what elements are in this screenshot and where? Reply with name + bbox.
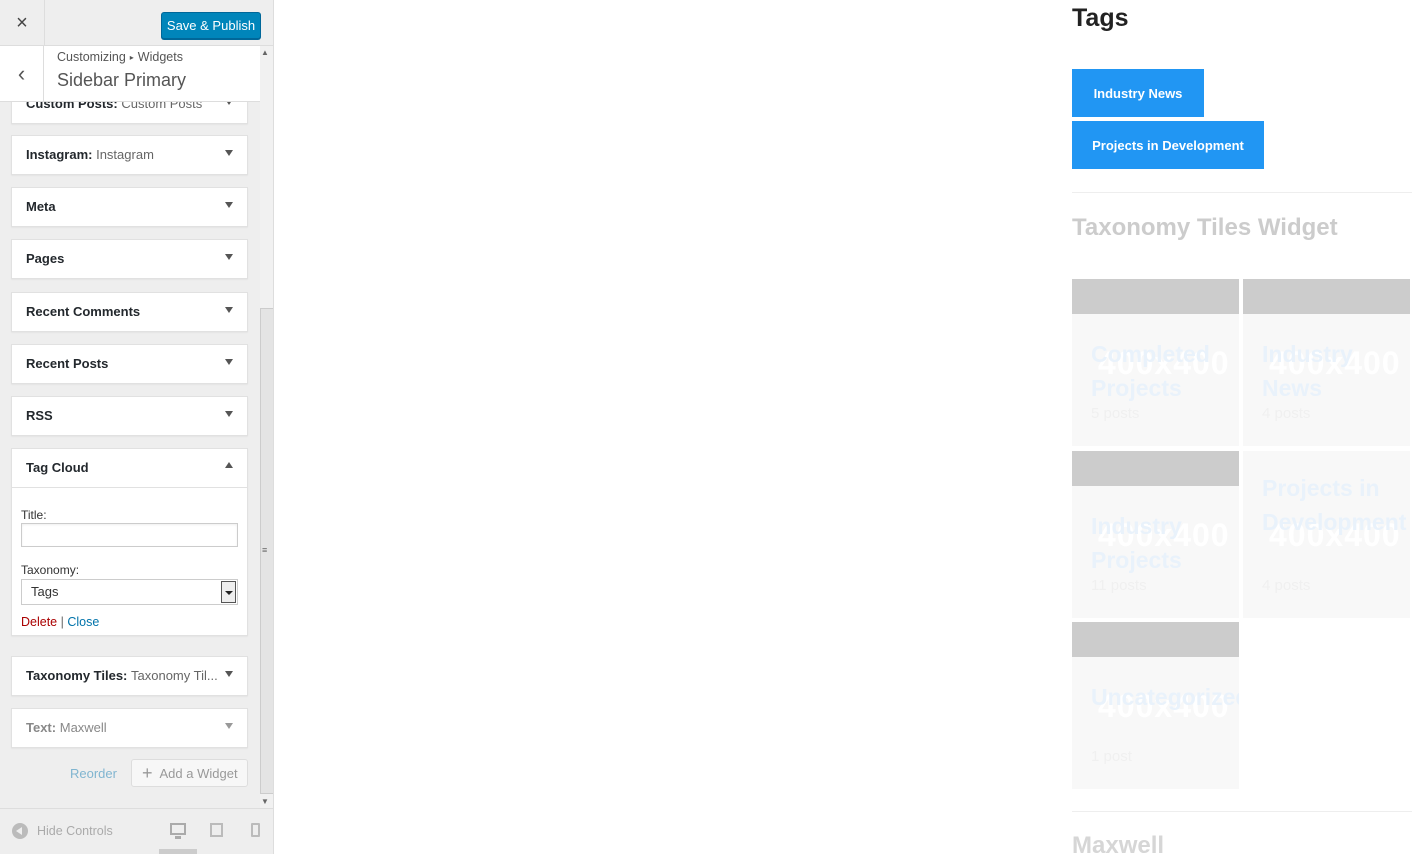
plus-icon: + [142, 762, 153, 783]
maxwell-heading: Maxwell [1072, 832, 1165, 854]
taxonomy-tile[interactable]: 400x400 Completed Projects 5 posts [1072, 279, 1239, 446]
breadcrumb-root: Customizing [57, 50, 126, 64]
widget-title: Taxonomy Tiles: Taxonomy Til... [26, 668, 218, 683]
collapse-icon [12, 823, 28, 839]
scroll-down-icon[interactable]: ▼ [261, 797, 269, 806]
back-button[interactable]: ‹ [0, 46, 44, 102]
widget-title: RSS [26, 408, 53, 423]
section-title: Sidebar Primary [57, 70, 187, 90]
breadcrumb-leaf: Widgets [137, 50, 183, 64]
widget-meta[interactable]: Meta [11, 187, 248, 227]
taxonomy-tiles-heading: Taxonomy Tiles Widget [1072, 214, 1338, 241]
widget-title: Text: Maxwell [26, 720, 107, 735]
chevron-down-icon[interactable] [225, 671, 233, 677]
taxonomy-tile[interactable]: 400x400 Industry News 4 posts [1243, 279, 1410, 446]
widget-recent-comments[interactable]: Recent Comments [11, 292, 248, 332]
taxonomy-tile[interactable]: 400x400 Projects in Development 4 posts [1243, 451, 1410, 618]
chevron-down-icon[interactable] [225, 254, 233, 260]
widget-actions: Delete | Close [21, 615, 99, 629]
tag-button[interactable]: Projects in Development [1072, 121, 1264, 169]
title-field[interactable] [21, 523, 238, 547]
widget-title: Pages [26, 251, 65, 266]
taxonomy-label: Taxonomy: [21, 563, 80, 577]
widget-form: Title: Taxonomy: Tags Delete | Close [12, 487, 247, 635]
widget-rss[interactable]: RSS [11, 396, 248, 436]
chevron-down-icon[interactable] [225, 307, 233, 313]
chevron-down-icon[interactable] [225, 359, 233, 365]
desktop-preview-icon[interactable] [170, 823, 186, 839]
tile-name: Completed Projects [1091, 341, 1210, 401]
tags-heading: Tags [1072, 4, 1129, 32]
breadcrumb-separator-icon: ▸ [129, 53, 134, 63]
taxonomy-tile[interactable]: 400x400 Industry Projects 11 posts [1072, 451, 1239, 618]
tile-count: 4 posts [1262, 577, 1311, 594]
customizer-footer: Hide Controls [0, 808, 273, 854]
widget-title: Meta [26, 199, 56, 214]
widget-title: Tag Cloud [26, 460, 89, 475]
tile-image-band [1072, 622, 1239, 657]
tile-count: 4 posts [1262, 405, 1311, 422]
chevron-down-icon[interactable] [225, 411, 233, 417]
widget-instagram[interactable]: Instagram: Instagram [11, 135, 248, 175]
close-icon: × [16, 11, 28, 34]
widget-tag-cloud[interactable]: Tag Cloud Title: Taxonomy: Tags Delete |… [11, 448, 248, 636]
link-separator: | [60, 615, 64, 629]
add-widget-label: Add a Widget [159, 765, 238, 781]
customizer-topbar: × Save & Publish [0, 0, 273, 46]
widget-pages[interactable]: Pages [11, 239, 248, 279]
tile-name: Uncategorized [1091, 684, 1239, 710]
breadcrumb: Customizing ▸ Widgets [57, 50, 183, 64]
widget-title: Recent Posts [26, 356, 109, 371]
section-header: ‹ Customizing ▸ Widgets Sidebar Primary [0, 46, 260, 102]
add-widget-button[interactable]: + Add a Widget [131, 759, 248, 787]
tile-name: Projects in Development [1262, 475, 1407, 535]
chevron-down-icon[interactable] [225, 723, 233, 729]
customizer-pane: Custom Posts: Custom Posts Instagram: In… [0, 0, 274, 854]
active-device-indicator [159, 849, 197, 854]
tile-count: 1 post [1091, 748, 1132, 765]
site-preview: Tags Industry News Projects in Developme… [275, 0, 1419, 854]
chevron-left-icon: ‹ [17, 61, 26, 86]
close-link[interactable]: Close [67, 615, 99, 629]
tile-image-band [1243, 279, 1410, 314]
tablet-preview-icon[interactable] [210, 823, 223, 837]
divider [1072, 811, 1412, 812]
customizer-app: Custom Posts: Custom Posts Instagram: In… [0, 0, 1419, 854]
hide-controls-label: Hide Controls [37, 824, 113, 838]
chevron-down-icon[interactable] [225, 150, 233, 156]
tile-image-band [1072, 451, 1239, 486]
taxonomy-select[interactable]: Tags [21, 579, 238, 605]
reorder-link[interactable]: Reorder [70, 766, 117, 781]
widget-title: Instagram: Instagram [26, 147, 154, 162]
widget-text[interactable]: Text: Maxwell [11, 708, 248, 748]
close-button[interactable]: × [0, 0, 45, 46]
divider [1072, 192, 1412, 193]
taxonomy-value: Tags [31, 584, 59, 599]
delete-link[interactable]: Delete [21, 615, 57, 629]
tag-button[interactable]: Industry News [1072, 69, 1204, 117]
widget-title: Recent Comments [26, 304, 141, 319]
dropdown-arrow-icon[interactable] [221, 581, 236, 603]
tile-name: Industry News [1262, 341, 1353, 401]
tile-count: 11 posts [1091, 577, 1147, 594]
chevron-down-icon[interactable] [225, 202, 233, 208]
widget-recent-posts[interactable]: Recent Posts [11, 344, 248, 384]
scroll-up-icon[interactable]: ▲ [261, 48, 269, 57]
title-label: Title: [21, 508, 47, 522]
save-publish-button[interactable]: Save & Publish [161, 12, 261, 39]
chevron-up-icon[interactable] [225, 462, 233, 468]
hide-controls-button[interactable]: Hide Controls [12, 823, 113, 839]
mobile-preview-icon[interactable] [251, 823, 260, 837]
taxonomy-tile[interactable]: 400x400 Uncategorized 1 post [1072, 622, 1239, 789]
tile-count: 5 posts [1091, 405, 1140, 422]
tile-image-band [1072, 279, 1239, 314]
scroll-grip-icon: ≡ [262, 545, 268, 555]
tile-name: Industry Projects [1091, 513, 1182, 573]
widget-taxonomy-tiles[interactable]: Taxonomy Tiles: Taxonomy Til... [11, 656, 248, 696]
